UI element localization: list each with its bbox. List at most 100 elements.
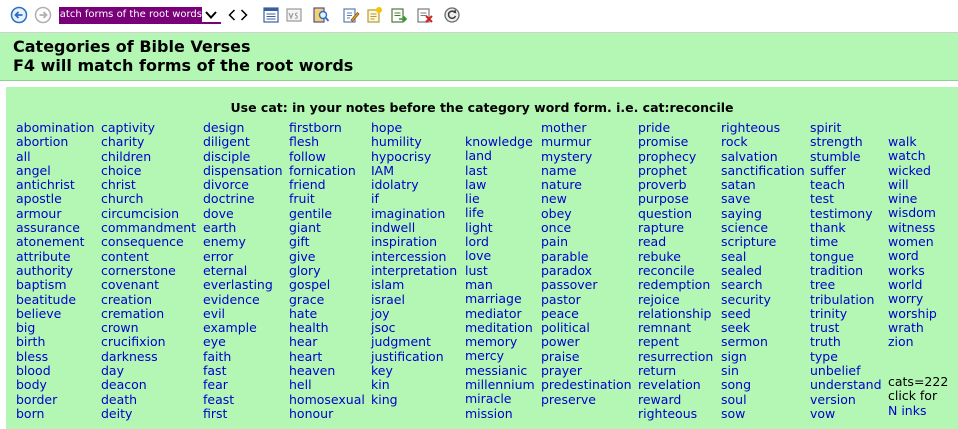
category-link[interactable]: bless (16, 349, 94, 364)
category-link[interactable]: beatitude (16, 292, 94, 307)
category-link[interactable]: judgment (371, 335, 457, 350)
category-link[interactable]: reconcile (638, 263, 713, 278)
category-link[interactable]: mystery (541, 149, 632, 164)
category-link[interactable]: version (810, 392, 882, 407)
new-note-icon[interactable] (365, 6, 383, 24)
category-link[interactable]: body (16, 378, 94, 393)
category-link[interactable]: life (465, 206, 535, 221)
category-link[interactable]: murmur (541, 134, 632, 149)
category-link[interactable]: paradox (541, 263, 632, 278)
category-link[interactable]: cremation (101, 306, 196, 321)
category-link[interactable]: scripture (721, 235, 805, 250)
category-link[interactable]: strength (810, 134, 882, 149)
category-link[interactable]: seed (721, 306, 805, 321)
category-link[interactable]: trust (810, 320, 882, 335)
category-link[interactable]: rebuke (638, 249, 713, 264)
category-link[interactable]: marriage (465, 291, 535, 306)
category-link[interactable]: reward (638, 392, 713, 407)
category-link[interactable]: assurance (16, 220, 94, 235)
category-link[interactable]: tradition (810, 263, 882, 278)
category-link[interactable]: choice (101, 163, 196, 178)
category-link[interactable]: sealed (721, 263, 805, 278)
category-link[interactable]: teach (810, 177, 882, 192)
category-link[interactable]: birth (16, 335, 94, 350)
category-link[interactable]: abomination (16, 120, 94, 135)
category-link[interactable]: resurrection (638, 349, 713, 364)
category-link[interactable]: abortion (16, 134, 94, 149)
category-link[interactable]: unbelief (810, 363, 882, 378)
category-link[interactable]: prophecy (638, 149, 713, 164)
category-link[interactable]: dispensation (203, 163, 283, 178)
category-link[interactable]: sermon (721, 335, 805, 350)
category-link[interactable]: understand (810, 378, 882, 393)
category-link[interactable]: meditation (465, 320, 535, 335)
category-link[interactable]: fear (203, 378, 283, 393)
dropdown-arrow-icon[interactable] (205, 10, 217, 20)
category-link[interactable]: christ (101, 177, 196, 192)
category-link[interactable]: passover (541, 277, 632, 292)
category-link[interactable]: hypocrisy (371, 149, 457, 164)
category-link[interactable]: lust (465, 263, 535, 278)
category-link[interactable]: lord (465, 234, 535, 249)
category-link[interactable]: big (16, 320, 94, 335)
category-link[interactable]: gift (289, 235, 365, 250)
category-link[interactable]: prayer (541, 363, 632, 378)
category-link[interactable]: nature (541, 177, 632, 192)
category-link[interactable]: peace (541, 306, 632, 321)
category-link[interactable]: attribute (16, 249, 94, 264)
category-link[interactable]: pastor (541, 292, 632, 307)
category-link[interactable]: key (371, 363, 457, 378)
export-note-icon[interactable] (390, 6, 408, 24)
category-link[interactable]: if (371, 192, 457, 207)
category-link[interactable]: prophet (638, 163, 713, 178)
category-link[interactable]: believe (16, 306, 94, 321)
category-link[interactable]: witness (888, 220, 937, 235)
category-link[interactable]: light (465, 220, 535, 235)
category-link[interactable]: rapture (638, 220, 713, 235)
category-link[interactable]: idolatry (371, 177, 457, 192)
category-link[interactable]: wine (888, 191, 937, 206)
category-link[interactable]: mission (465, 406, 535, 421)
category-link[interactable]: fast (203, 363, 283, 378)
category-link[interactable]: all (16, 149, 94, 164)
category-link[interactable]: inspiration (371, 235, 457, 250)
category-link[interactable]: honour (289, 406, 365, 421)
category-link[interactable]: gospel (289, 277, 365, 292)
category-link[interactable]: error (203, 249, 283, 264)
category-link[interactable]: day (101, 363, 196, 378)
category-link[interactable]: born (16, 406, 94, 421)
search-combobox[interactable] (59, 7, 221, 24)
category-link[interactable]: knowledge (465, 134, 535, 149)
forward-circle-icon[interactable] (34, 6, 52, 24)
category-link[interactable]: obey (541, 206, 632, 221)
category-link[interactable]: vow (810, 406, 882, 421)
category-link[interactable]: deacon (101, 378, 196, 393)
category-link[interactable]: first (203, 406, 283, 421)
category-link[interactable]: creation (101, 292, 196, 307)
category-link[interactable]: search (721, 277, 805, 292)
category-link[interactable]: walk (888, 134, 937, 149)
category-link[interactable]: giant (289, 220, 365, 235)
category-link[interactable]: law (465, 177, 535, 192)
category-link[interactable]: charity (101, 134, 196, 149)
category-link[interactable]: crucifixion (101, 335, 196, 350)
category-link[interactable]: miracle (465, 392, 535, 407)
category-link[interactable]: health (289, 320, 365, 335)
category-link[interactable]: circumcision (101, 206, 196, 221)
category-link[interactable]: armour (16, 206, 94, 221)
category-link[interactable]: last (465, 163, 535, 178)
category-link[interactable]: interpretation (371, 263, 457, 278)
category-link[interactable]: suffer (810, 163, 882, 178)
category-link[interactable]: lie (465, 191, 535, 206)
category-link[interactable]: kin (371, 378, 457, 393)
category-link[interactable]: IAM (371, 163, 457, 178)
category-link[interactable]: satan (721, 177, 805, 192)
category-link[interactable]: give (289, 249, 365, 264)
category-link[interactable]: seal (721, 249, 805, 264)
verse-view-icon[interactable] (285, 6, 303, 24)
category-link[interactable]: worship (888, 306, 937, 321)
category-link[interactable]: glory (289, 263, 365, 278)
category-link[interactable]: disciple (203, 149, 283, 164)
category-link[interactable]: design (203, 120, 283, 135)
category-link[interactable]: grace (289, 292, 365, 307)
